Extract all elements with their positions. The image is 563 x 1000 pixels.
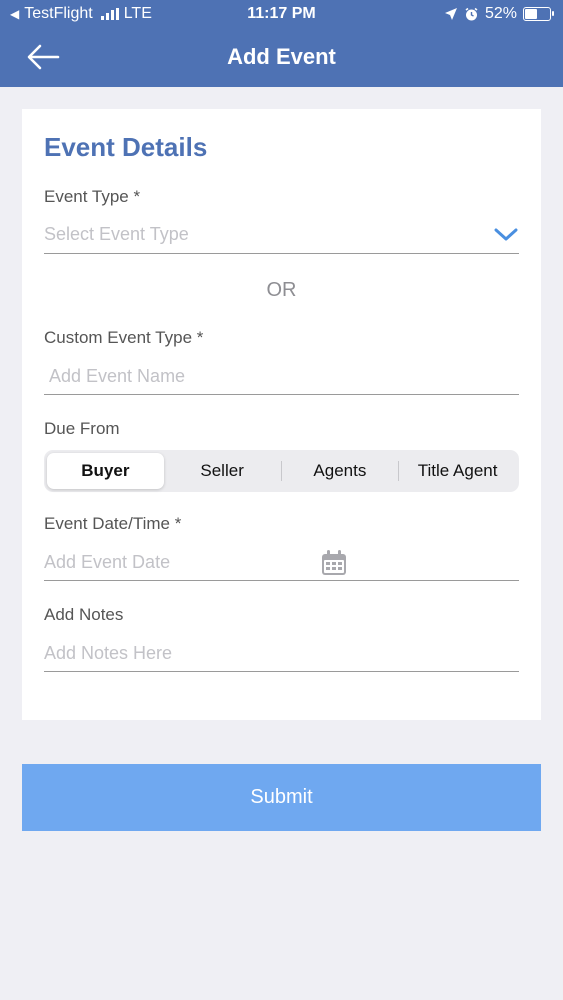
segment-seller[interactable]: Seller [164, 453, 281, 489]
segment-title-agent[interactable]: Title Agent [399, 453, 516, 489]
event-date-label: Event Date/Time * [44, 514, 182, 533]
alarm-icon [465, 7, 478, 20]
calendar-icon[interactable] [320, 549, 348, 577]
status-right: 52% [444, 5, 554, 23]
status-bar: ◀ TestFlight LTE 11:17 PM 52% [0, 0, 563, 30]
due-from-segmented-control: Buyer Seller Agents Title Agent [44, 450, 519, 492]
notes-label: Add Notes [44, 605, 124, 624]
custom-event-field [44, 359, 519, 395]
location-icon [444, 8, 457, 20]
submit-button[interactable]: Submit [22, 764, 541, 831]
notes-input[interactable] [44, 636, 472, 670]
due-from-label: Due From [44, 419, 120, 438]
event-date-field [44, 545, 519, 581]
chevron-down-icon[interactable] [493, 224, 519, 244]
event-type-select[interactable]: Select Event Type [44, 218, 519, 254]
segment-agents[interactable]: Agents [282, 453, 399, 489]
notes-field [44, 636, 519, 672]
app-header: ◀ TestFlight LTE 11:17 PM 52% Add Event [0, 0, 563, 87]
section-title: Event Details [44, 132, 208, 162]
or-divider-text: OR [266, 279, 297, 301]
event-type-label: Event Type * [44, 187, 141, 206]
page-title: Add Event [227, 44, 336, 69]
battery-percentage: 52% [484, 5, 517, 22]
custom-event-name-input[interactable] [44, 359, 472, 393]
custom-event-type-label: Custom Event Type * [44, 328, 204, 347]
event-date-input[interactable] [44, 545, 472, 579]
event-type-placeholder: Select Event Type [44, 224, 189, 244]
segment-buyer[interactable]: Buyer [47, 453, 164, 489]
battery-icon [523, 7, 554, 21]
event-details-card: Event Details Event Type * Select Event … [22, 109, 541, 720]
